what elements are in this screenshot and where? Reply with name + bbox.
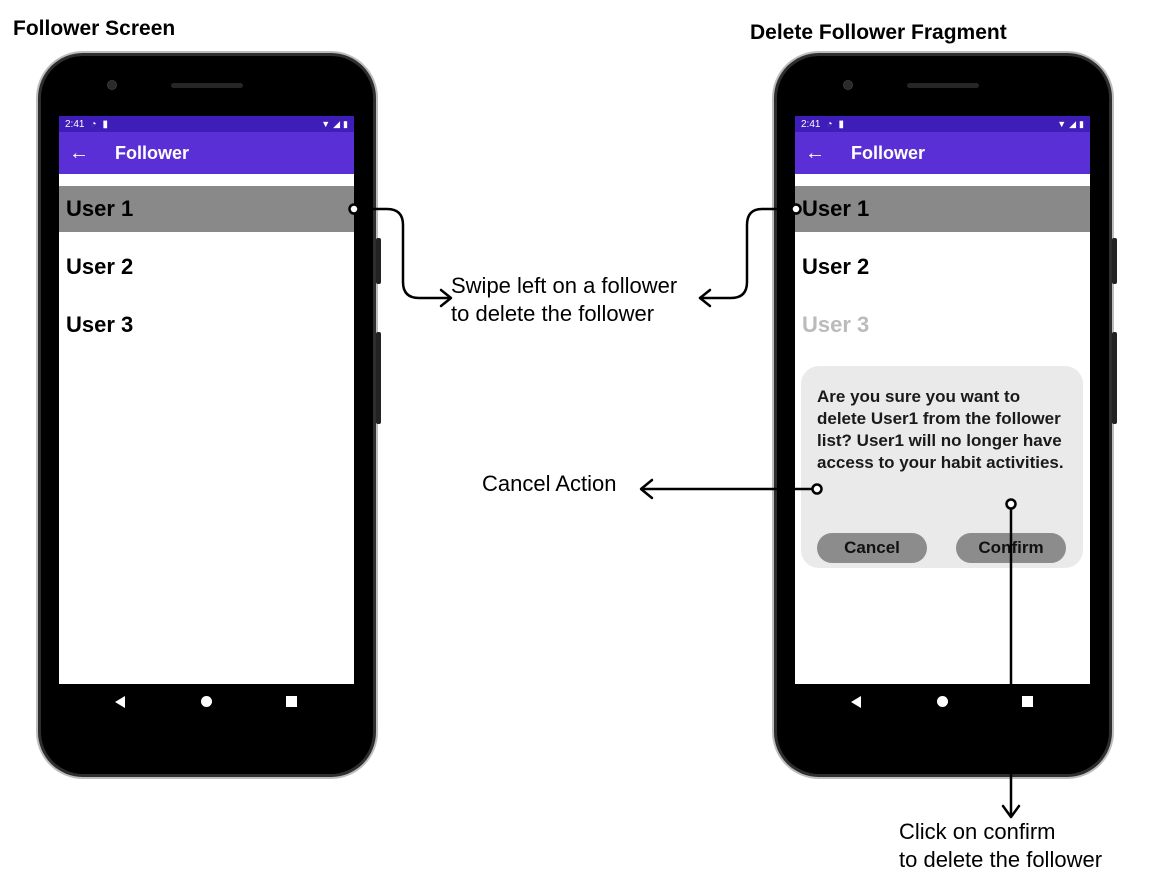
wifi-icon: ▼ — [1057, 119, 1067, 129]
swipe-arrowhead-left — [439, 288, 453, 308]
list-item[interactable]: User 3 — [795, 302, 1090, 348]
cancel-button[interactable]: Cancel — [817, 533, 927, 563]
right-phone: 2:41 ◔ ▮ ▼ ◢ ▮ ← Follower User 1 User 2 … — [777, 56, 1117, 774]
signal-icon: ◢ — [333, 118, 341, 129]
swipe-annotation: Swipe left on a follower to delete the f… — [451, 272, 677, 328]
confirm-annotation-line: Click on confirm — [899, 819, 1056, 844]
camera-icon — [843, 80, 853, 90]
battery-icon: ▮ — [343, 118, 348, 129]
camera-icon — [107, 80, 117, 90]
swipe-annotation-line: Swipe left on a follower — [451, 273, 678, 298]
follower-list: User 1 User 2 User 3 — [59, 186, 354, 360]
app-bar-title: Follower — [115, 142, 190, 163]
arrow-left-icon[interactable]: ← — [805, 142, 851, 165]
status-bar: 2:41 ◔ ▮ ▼ ◢ ▮ — [795, 116, 1090, 132]
sd-card-icon: ▮ — [838, 118, 845, 130]
speaker-grille — [171, 83, 243, 88]
volume-button — [376, 332, 381, 424]
app-bar: ← Follower — [795, 132, 1090, 174]
confirm-arrowhead — [1001, 804, 1021, 819]
power-button — [1112, 238, 1117, 284]
nav-bar — [59, 684, 354, 720]
battery-icon: ▮ — [1079, 118, 1084, 129]
delete-confirm-dialog: Are you sure you want to delete User1 fr… — [801, 366, 1083, 568]
app-bar-title: Follower — [851, 142, 926, 163]
nav-bar — [795, 684, 1090, 720]
power-button — [376, 238, 381, 284]
nav-home-icon[interactable] — [937, 696, 948, 707]
dialog-message: Are you sure you want to delete User1 fr… — [817, 387, 1064, 472]
list-item[interactable]: User 2 — [59, 244, 354, 290]
nav-recents-icon[interactable] — [286, 696, 297, 707]
confirm-annotation-line: to delete the follower — [899, 847, 1103, 872]
confirm-button[interactable]: Confirm — [956, 533, 1066, 563]
left-phone: 2:41 ◔ ▮ ▼ ◢ ▮ ← Follower User 1 User 2 … — [41, 56, 381, 774]
phone-screen: 2:41 ◔ ▮ ▼ ◢ ▮ ← Follower User 1 User 2 … — [59, 116, 354, 684]
arrow-left-icon[interactable]: ← — [69, 142, 115, 165]
nav-recents-icon[interactable] — [1022, 696, 1033, 707]
right-heading: Delete Follower Fragment — [750, 21, 1007, 44]
sd-card-icon: ▮ — [102, 118, 109, 130]
swipe-annotation-line: to delete the follower — [451, 301, 655, 326]
confirm-annotation: Click on confirm to delete the follower — [899, 818, 1102, 874]
status-bar: 2:41 ◔ ▮ ▼ ◢ ▮ — [59, 116, 354, 132]
wifi-icon: ▼ — [321, 119, 331, 129]
swipe-arrowhead-right — [698, 288, 712, 308]
list-item[interactable]: User 3 — [59, 302, 354, 348]
cancel-annotation: Cancel Action — [482, 471, 617, 496]
cancel-arrowhead — [639, 478, 654, 500]
list-item[interactable]: User 1 — [795, 186, 1090, 232]
phone-screen: 2:41 ◔ ▮ ▼ ◢ ▮ ← Follower User 1 User 2 … — [795, 116, 1090, 684]
left-heading: Follower Screen — [13, 17, 176, 40]
volume-button — [1112, 332, 1117, 424]
status-time: 2:41 — [801, 118, 821, 130]
app-bar: ← Follower — [59, 132, 354, 174]
data-saver-icon: ◔ — [826, 118, 833, 130]
nav-back-icon[interactable] — [851, 696, 861, 708]
follower-list: User 1 User 2 User 3 — [795, 186, 1090, 360]
status-time: 2:41 — [65, 118, 85, 130]
list-item[interactable]: User 1 — [59, 186, 354, 232]
nav-home-icon[interactable] — [201, 696, 212, 707]
signal-icon: ◢ — [1069, 118, 1077, 129]
list-item[interactable]: User 2 — [795, 244, 1090, 290]
data-saver-icon: ◔ — [90, 118, 97, 130]
nav-back-icon[interactable] — [115, 696, 125, 708]
speaker-grille — [907, 83, 979, 88]
